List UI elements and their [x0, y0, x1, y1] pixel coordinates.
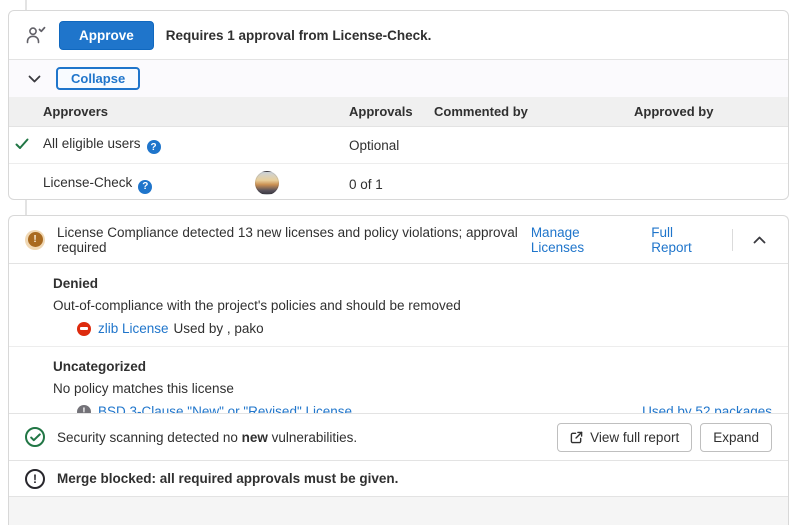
security-summary-text: Security scanning detected no new vulner…	[57, 430, 545, 445]
chevron-down-icon[interactable]	[28, 75, 41, 83]
collapse-button[interactable]: Collapse	[56, 67, 140, 90]
license-group-denied: Denied Out-of-compliance with the projec…	[9, 264, 788, 346]
chevron-up-icon	[753, 236, 766, 244]
help-icon[interactable]: ?	[147, 140, 161, 154]
license-used-by-text: Used by , pako	[174, 321, 264, 336]
security-scanning-row: Security scanning detected no new vulner…	[9, 413, 788, 460]
success-circle-check-icon	[25, 427, 45, 447]
external-link-icon	[570, 431, 583, 444]
divider	[732, 229, 733, 251]
license-name-link[interactable]: zlib License	[98, 321, 169, 336]
expand-button[interactable]: Expand	[700, 423, 772, 452]
approver-name: License-Check	[43, 175, 132, 190]
table-header-row: Approvers Approvals Commented by Approve…	[9, 97, 788, 127]
denied-icon	[77, 322, 91, 336]
widget-footer	[9, 496, 788, 525]
rule-approved-cell	[9, 127, 43, 164]
rule-status-cell	[9, 164, 43, 201]
approver-name: All eligible users	[43, 136, 141, 151]
approved-by-cell	[634, 127, 788, 164]
discussion-timeline-line	[25, 0, 27, 10]
merge-blocked-text: Merge blocked: all required approvals mu…	[57, 471, 398, 486]
license-group-description: Out-of-compliance with the project's pol…	[53, 298, 772, 313]
alert-circle-icon: !	[25, 469, 45, 489]
discussion-timeline-line	[25, 200, 27, 215]
header-approvers: Approvers	[43, 97, 349, 127]
check-icon	[15, 138, 29, 153]
exclamation-icon: !	[28, 232, 43, 247]
approver-name-cell: License-Check?	[43, 164, 241, 201]
mr-reports-widget: ! License Compliance detected 13 new lic…	[8, 215, 789, 525]
header-icon-spacer	[9, 97, 43, 127]
license-group-description: No policy matches this license	[53, 381, 772, 396]
approvals-count-cell: 0 of 1	[349, 164, 434, 201]
collapse-section-button[interactable]	[747, 234, 772, 246]
manage-licenses-link[interactable]: Manage Licenses	[531, 225, 625, 255]
full-report-link[interactable]: Full Report	[651, 225, 710, 255]
approval-requirement-text: Requires 1 approval from License-Check.	[166, 28, 432, 43]
license-compliance-summary: License Compliance detected 13 new licen…	[57, 225, 523, 255]
merge-blocked-row: ! Merge blocked: all required approvals …	[9, 460, 788, 496]
license-report-body: Denied Out-of-compliance with the projec…	[9, 263, 788, 413]
approvals-count-cell: Optional	[349, 127, 434, 164]
help-icon[interactable]: ?	[138, 180, 152, 194]
user-check-icon	[25, 25, 47, 45]
license-compliance-header: ! License Compliance detected 13 new lic…	[9, 216, 788, 263]
header-commented-by: Commented by	[434, 97, 634, 127]
approver-avatars-cell	[241, 127, 349, 164]
license-item: ! BSD 3-Clause "New" or "Revised" Licens…	[53, 404, 772, 413]
table-row: License-Check? 0 of 1	[9, 164, 788, 201]
approver-avatars-cell	[241, 164, 349, 201]
approve-button[interactable]: Approve	[59, 21, 154, 50]
avatar[interactable]	[255, 171, 279, 195]
license-name-link[interactable]: BSD 3-Clause "New" or "Revised" License	[98, 404, 352, 413]
commented-by-cell	[434, 127, 634, 164]
table-row: All eligible users? Optional	[9, 127, 788, 164]
approvals-widget: Approve Requires 1 approval from License…	[8, 10, 789, 200]
approved-by-cell	[634, 164, 788, 201]
license-group-title: Uncategorized	[53, 359, 772, 374]
collapse-bar: Collapse	[9, 59, 788, 97]
license-group-uncategorized: Uncategorized No policy matches this lic…	[9, 346, 788, 413]
warning-status-icon: !	[25, 230, 45, 250]
approvers-table: Approvers Approvals Commented by Approve…	[9, 97, 788, 200]
approver-name-cell: All eligible users?	[43, 127, 241, 164]
license-item: zlib License Used by , pako	[53, 321, 772, 336]
license-compliance-actions: Manage Licenses Full Report	[531, 225, 710, 255]
view-full-report-button[interactable]: View full report	[557, 423, 692, 452]
header-approvals: Approvals	[349, 97, 434, 127]
used-by-link[interactable]: Used by 52 packages	[642, 404, 772, 413]
commented-by-cell	[434, 164, 634, 201]
license-group-title: Denied	[53, 276, 772, 291]
header-approved-by: Approved by	[634, 97, 788, 127]
info-icon: !	[77, 405, 91, 414]
approve-row: Approve Requires 1 approval from License…	[9, 11, 788, 59]
